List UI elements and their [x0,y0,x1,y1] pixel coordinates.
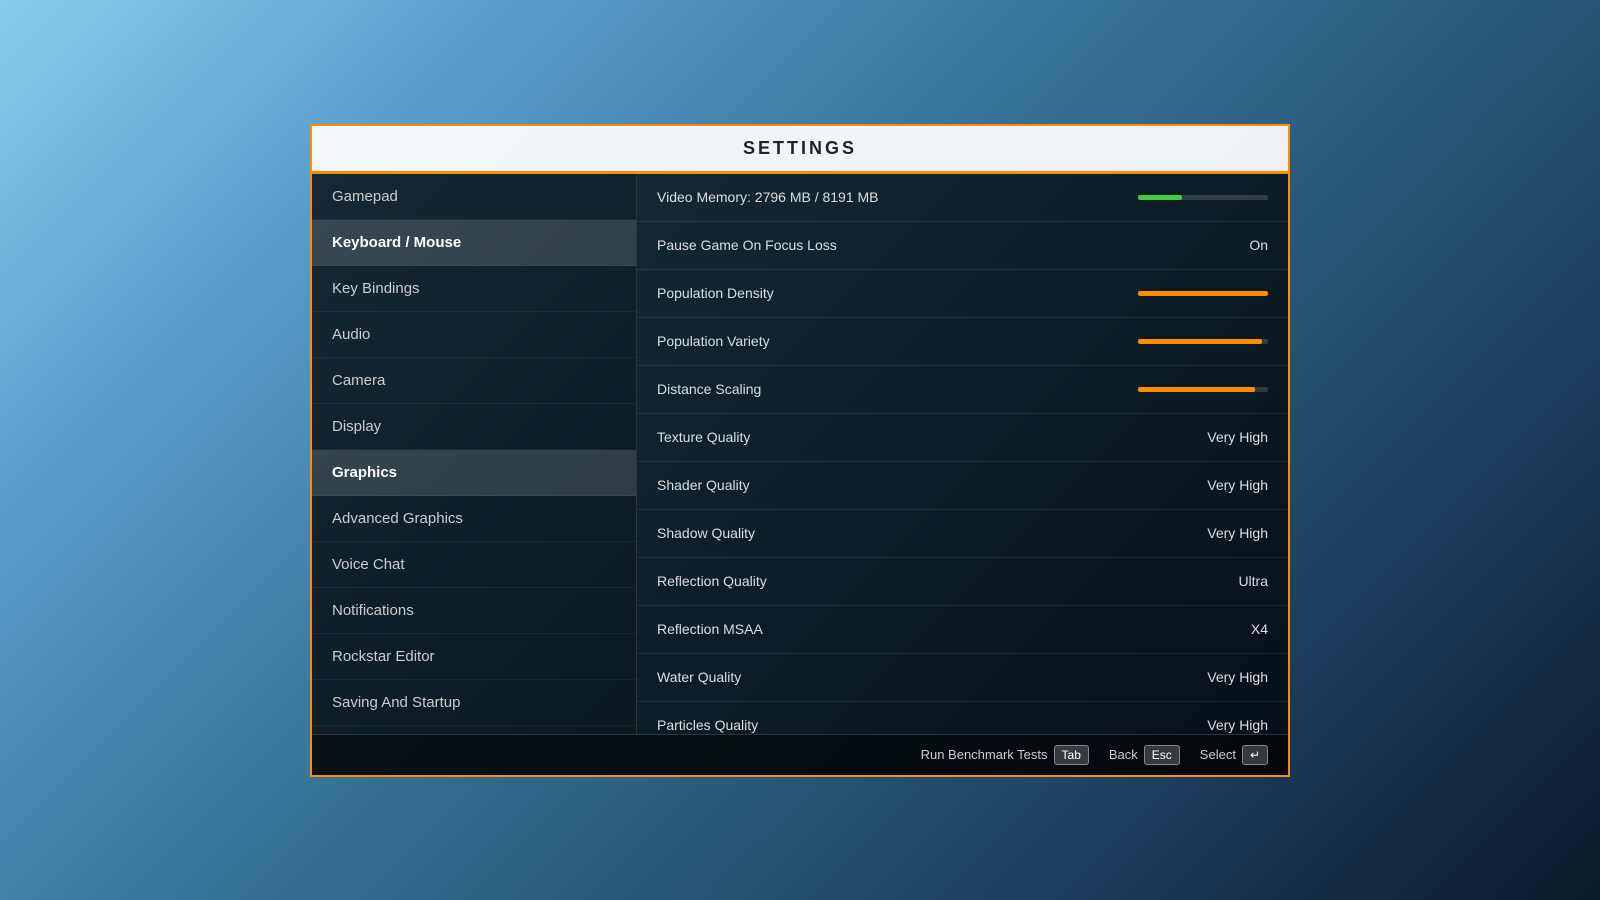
value-shader-quality: Very High [1207,477,1268,493]
settings-panel: SETTINGS Gamepad Keyboard / Mouse Key Bi… [310,124,1290,777]
slider-fill-population-variety [1138,339,1262,344]
value-texture-quality: Very High [1207,429,1268,445]
select-label: Select [1200,747,1236,762]
select-button[interactable]: Select ↵ [1200,745,1268,765]
row-reflection-quality: Reflection Quality Ultra [637,558,1288,606]
run-benchmark-button[interactable]: Run Benchmark Tests Tab [921,745,1089,765]
slider-population-density[interactable] [1138,291,1268,296]
row-pause-game: Pause Game On Focus Loss On [637,222,1288,270]
row-shader-quality: Shader Quality Very High [637,462,1288,510]
sidebar-item-rockstar-editor[interactable]: Rockstar Editor [312,634,636,680]
label-pause-game: Pause Game On Focus Loss [657,237,837,253]
slider-fill-video-memory [1138,195,1182,200]
label-population-density: Population Density [657,285,774,301]
row-shadow-quality: Shadow Quality Very High [637,510,1288,558]
row-reflection-msaa: Reflection MSAA X4 [637,606,1288,654]
slider-distance-scaling[interactable] [1138,387,1268,392]
value-water-quality: Very High [1207,669,1268,685]
slider-fill-population-density [1138,291,1268,296]
sidebar-item-keyboard-mouse[interactable]: Keyboard / Mouse [312,220,636,266]
bottom-bar: Run Benchmark Tests Tab Back Esc Select … [312,734,1288,775]
label-shader-quality: Shader Quality [657,477,750,493]
row-texture-quality: Texture Quality Very High [637,414,1288,462]
label-distance-scaling: Distance Scaling [657,381,761,397]
sidebar-item-voice-chat[interactable]: Voice Chat [312,542,636,588]
sidebar: Gamepad Keyboard / Mouse Key Bindings Au… [312,174,637,734]
select-key: ↵ [1242,745,1268,765]
settings-container: SETTINGS Gamepad Keyboard / Mouse Key Bi… [0,0,1600,900]
sidebar-item-saving-startup[interactable]: Saving And Startup [312,680,636,726]
label-shadow-quality: Shadow Quality [657,525,755,541]
sidebar-item-audio[interactable]: Audio [312,312,636,358]
label-water-quality: Water Quality [657,669,741,685]
settings-body: Gamepad Keyboard / Mouse Key Bindings Au… [312,174,1288,734]
value-reflection-msaa: X4 [1251,621,1268,637]
label-particles-quality: Particles Quality [657,717,758,733]
sidebar-item-key-bindings[interactable]: Key Bindings [312,266,636,312]
sidebar-item-notifications[interactable]: Notifications [312,588,636,634]
row-particles-quality: Particles Quality Very High [637,702,1288,734]
slider-population-variety[interactable] [1138,339,1268,344]
content-panel: Video Memory: 2796 MB / 8191 MB Pause Ga… [637,174,1288,734]
run-benchmark-key: Tab [1054,745,1089,765]
sidebar-item-camera[interactable]: Camera [312,358,636,404]
slider-video-memory[interactable] [1138,195,1268,200]
label-reflection-quality: Reflection Quality [657,573,767,589]
sidebar-item-display[interactable]: Display [312,404,636,450]
value-particles-quality: Very High [1207,717,1268,733]
sidebar-item-advanced-graphics[interactable]: Advanced Graphics [312,496,636,542]
value-pause-game: On [1249,237,1268,253]
label-reflection-msaa: Reflection MSAA [657,621,763,637]
label-population-variety: Population Variety [657,333,770,349]
value-shadow-quality: Very High [1207,525,1268,541]
run-benchmark-label: Run Benchmark Tests [921,747,1048,762]
settings-title: SETTINGS [312,126,1288,174]
row-population-density: Population Density [637,270,1288,318]
row-water-quality: Water Quality Very High [637,654,1288,702]
row-distance-scaling: Distance Scaling [637,366,1288,414]
label-video-memory: Video Memory: 2796 MB / 8191 MB [657,189,879,205]
back-label: Back [1109,747,1138,762]
slider-fill-distance-scaling [1138,387,1255,392]
sidebar-item-graphics[interactable]: Graphics [312,450,636,496]
back-key: Esc [1144,745,1180,765]
value-reflection-quality: Ultra [1238,573,1268,589]
row-video-memory: Video Memory: 2796 MB / 8191 MB [637,174,1288,222]
label-texture-quality: Texture Quality [657,429,750,445]
sidebar-item-gamepad[interactable]: Gamepad [312,174,636,220]
back-button[interactable]: Back Esc [1109,745,1180,765]
row-population-variety: Population Variety [637,318,1288,366]
